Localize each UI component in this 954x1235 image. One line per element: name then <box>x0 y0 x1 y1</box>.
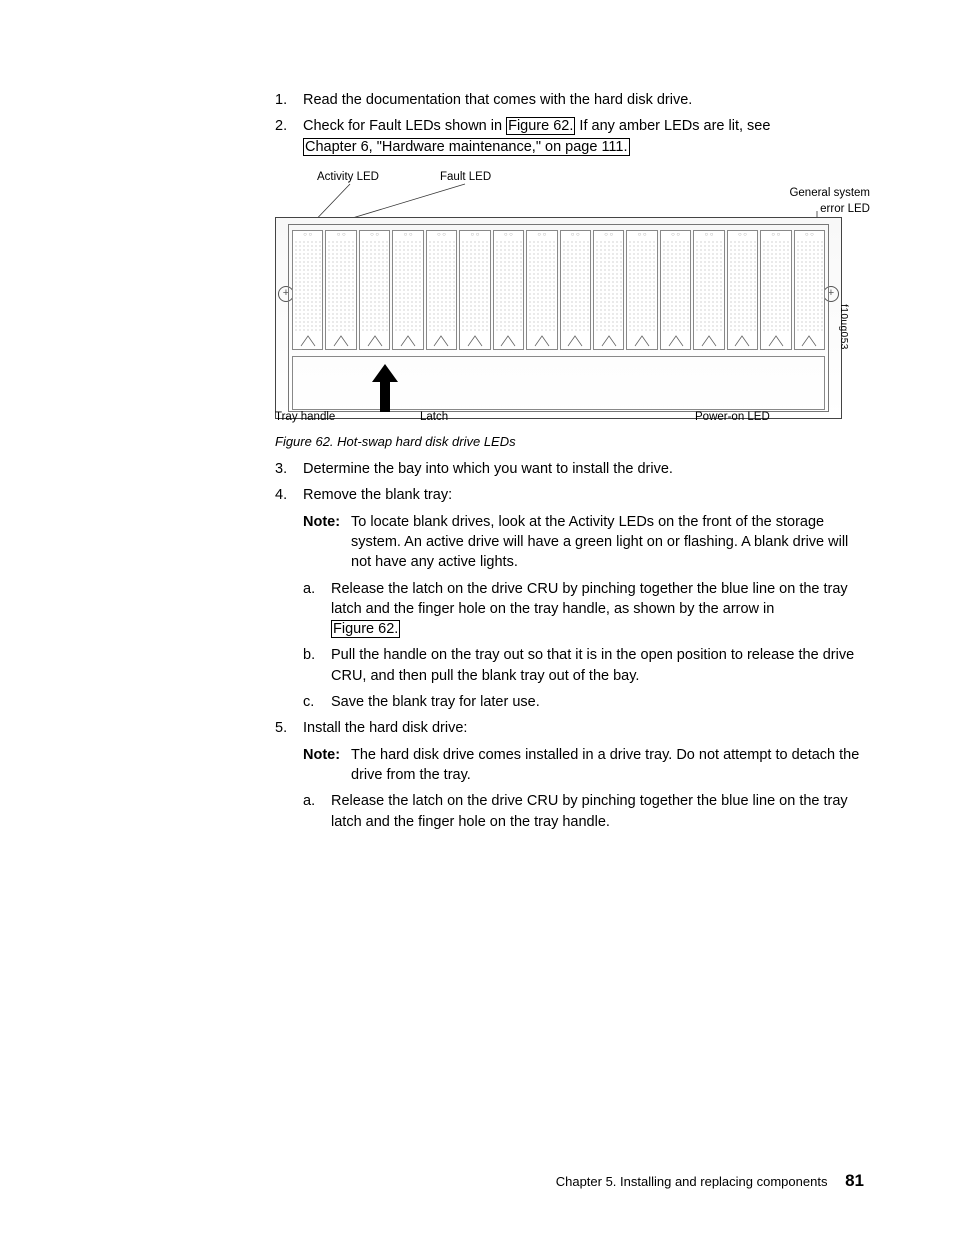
label-fault-led: Fault LED <box>440 169 491 185</box>
figure-link[interactable]: Figure 62. <box>331 620 400 638</box>
drive-bay: ○ ○ <box>794 230 825 350</box>
sub-steps: a. Release the latch on the drive CRU by… <box>303 579 864 713</box>
step-5: 5. Install the hard disk drive: Note: Th… <box>275 718 864 831</box>
chapter-link[interactable]: Chapter 6, "Hardware maintenance," on pa… <box>303 138 630 156</box>
step-number: 2. <box>275 116 287 136</box>
note-label: Note: <box>303 745 340 765</box>
drive-bay: ○ ○ <box>459 230 490 350</box>
main-steps-list-cont: 3. Determine the bay into which you want… <box>275 459 864 832</box>
step-number: 1. <box>275 90 287 110</box>
step-text: Remove the blank tray: <box>303 487 452 503</box>
footer-chapter: Chapter 5. Installing and replacing comp… <box>556 1174 828 1189</box>
footer-page-number: 81 <box>845 1171 864 1190</box>
drive-bay: ○ ○ <box>426 230 457 350</box>
step-5a: a. Release the latch on the drive CRU by… <box>303 791 864 832</box>
note-text: The hard disk drive comes installed in a… <box>351 747 859 783</box>
diagram: Activity LED Fault LED General system er… <box>275 167 850 427</box>
figure-caption: Figure 62. Hot-swap hard disk drive LEDs <box>275 433 864 451</box>
drive-bay: ○ ○ <box>392 230 423 350</box>
side-code: f10ug053 <box>836 304 850 350</box>
step-number: 4. <box>275 485 287 505</box>
step-2: 2. Check for Fault LEDs shown in Figure … <box>275 116 864 157</box>
drive-bay: ○ ○ <box>560 230 591 350</box>
step-letter: c. <box>303 692 314 712</box>
note-label: Note: <box>303 512 340 532</box>
page-footer: Chapter 5. Installing and replacing comp… <box>556 1169 864 1193</box>
drive-bay: ○ ○ <box>325 230 356 350</box>
page-content: 1. Read the documentation that comes wit… <box>0 0 954 832</box>
step-text: Determine the bay into which you want to… <box>303 461 673 477</box>
arrow-up-icon <box>370 364 400 414</box>
label-activity-led: Activity LED <box>317 169 379 185</box>
step-text: Pull the handle on the tray out so that … <box>331 647 854 683</box>
main-steps-list: 1. Read the documentation that comes wit… <box>275 90 864 157</box>
step-4: 4. Remove the blank tray: Note: To locat… <box>275 485 864 712</box>
drive-bay: ○ ○ <box>693 230 724 350</box>
note-text: To locate blank drives, look at the Acti… <box>351 514 848 571</box>
drive-bay: ○ ○ <box>526 230 557 350</box>
step-letter: b. <box>303 645 315 665</box>
step-number: 5. <box>275 718 287 738</box>
drive-bay: ○ ○ <box>660 230 691 350</box>
step-text-mid: If any amber LEDs are lit, see <box>575 118 770 134</box>
step-text: Save the blank tray for later use. <box>331 694 540 710</box>
drive-bay: ○ ○ <box>359 230 390 350</box>
label-power-on: Power-on LED <box>695 409 770 425</box>
drive-bay: ○ ○ <box>760 230 791 350</box>
figure-62: Activity LED Fault LED General system er… <box>275 167 864 451</box>
drive-bay: ○ ○ <box>292 230 323 350</box>
chassis: + + ○ ○ ○ ○ ○ ○ ○ ○ ○ ○ ○ ○ ○ ○ ○ ○ ○ ○ … <box>275 217 842 419</box>
drive-bays: ○ ○ ○ ○ ○ ○ ○ ○ ○ ○ ○ ○ ○ ○ ○ ○ ○ ○ ○ ○ … <box>292 230 825 350</box>
drive-bay: ○ ○ <box>626 230 657 350</box>
step-4c: c. Save the blank tray for later use. <box>303 692 864 712</box>
figure-link[interactable]: Figure 62. <box>506 117 575 135</box>
drive-bay: ○ ○ <box>493 230 524 350</box>
step-letter: a. <box>303 791 315 811</box>
step-4a: a. Release the latch on the drive CRU by… <box>303 579 864 640</box>
step-text-pre: Check for Fault LEDs shown in <box>303 118 506 134</box>
step-text: Read the documentation that comes with t… <box>303 92 692 108</box>
label-tray-handle: Tray handle <box>275 409 335 425</box>
step-letter: a. <box>303 579 315 599</box>
drive-bay: ○ ○ <box>593 230 624 350</box>
step-text: Release the latch on the drive CRU by pi… <box>331 793 848 829</box>
step-text: Install the hard disk drive: <box>303 720 467 736</box>
step-1: 1. Read the documentation that comes wit… <box>275 90 864 110</box>
label-latch: Latch <box>420 409 448 425</box>
note: Note: The hard disk drive comes installe… <box>303 745 864 786</box>
drive-bay: ○ ○ <box>727 230 758 350</box>
sub-steps: a. Release the latch on the drive CRU by… <box>303 791 864 832</box>
step-text: Release the latch on the drive CRU by pi… <box>331 581 848 617</box>
note: Note: To locate blank drives, look at th… <box>303 512 864 573</box>
step-4b: b. Pull the handle on the tray out so th… <box>303 645 864 686</box>
step-number: 3. <box>275 459 287 479</box>
label-gen-error: General system error LED <box>789 185 870 217</box>
step-3: 3. Determine the bay into which you want… <box>275 459 864 479</box>
